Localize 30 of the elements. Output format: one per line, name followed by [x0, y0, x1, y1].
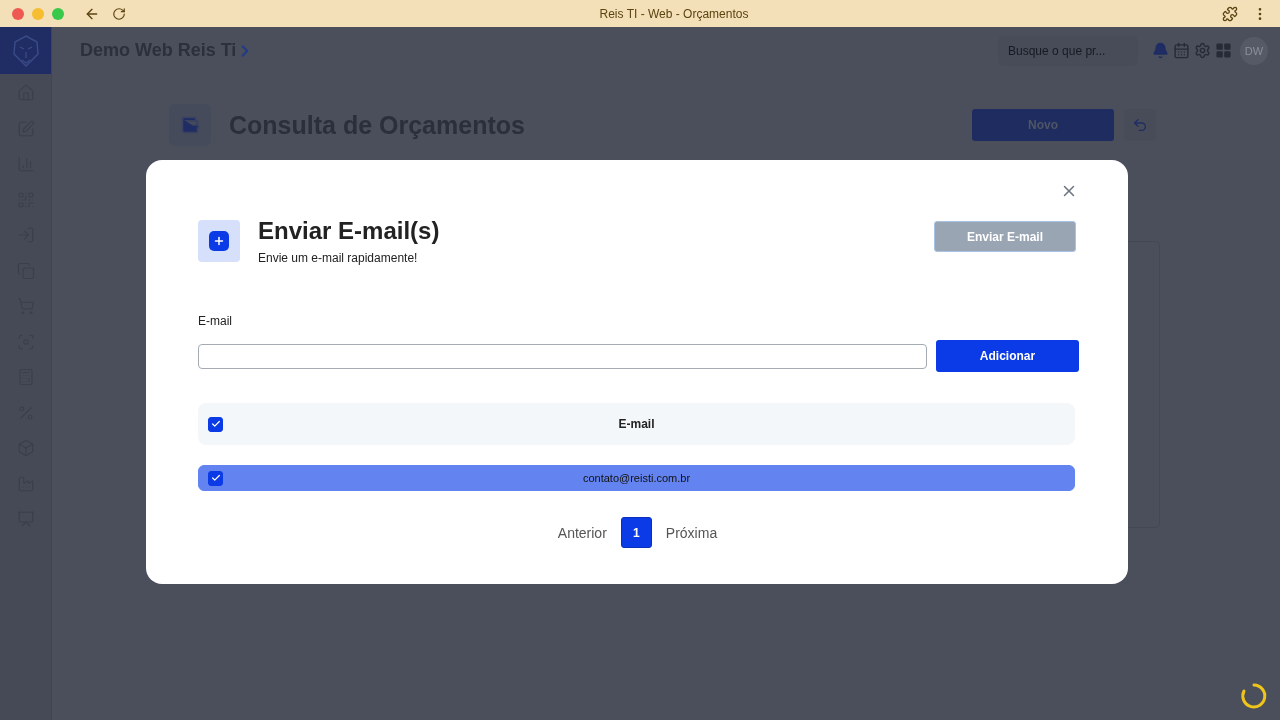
next-link[interactable]: Próxima	[665, 524, 718, 541]
add-button[interactable]: Adicionar	[936, 340, 1079, 372]
checkbox[interactable]	[208, 470, 223, 486]
loading-icon	[1240, 682, 1268, 710]
check-icon	[210, 473, 221, 483]
wallet-icon	[169, 104, 211, 146]
settings-icon[interactable]	[1194, 42, 1211, 59]
dialog-subtitle: Envie um e-mail rapidamente!	[258, 251, 419, 265]
checkbox[interactable]	[208, 416, 223, 432]
minimize-window-icon[interactable]	[32, 7, 44, 20]
bell-icon[interactable]	[1152, 42, 1169, 59]
maximize-window-icon[interactable]	[52, 7, 64, 20]
check-icon	[210, 419, 221, 429]
table-cell-text: contato@reisti.com.br	[581, 472, 692, 484]
undo-icon	[1132, 117, 1148, 133]
close-window-icon[interactable]	[12, 7, 24, 20]
email-label: E-mail	[198, 314, 233, 328]
page-button[interactable]: 1	[620, 517, 652, 548]
window-title: Reis TI - Web - Orçamentos	[598, 6, 750, 21]
previous-link[interactable]: Anterior	[557, 524, 607, 541]
apps-icon[interactable]	[1215, 42, 1232, 59]
lion-logo[interactable]	[0, 27, 51, 74]
table-row[interactable]: contato@reisti.com.br	[198, 465, 1075, 491]
dialog-title: Enviar E-mail(s)	[258, 217, 440, 245]
add-icon	[198, 220, 240, 262]
extensions-icon[interactable]	[1222, 5, 1238, 22]
calendar-icon[interactable]	[1173, 42, 1190, 59]
reload-icon[interactable]	[112, 6, 126, 21]
column-header: E-mail	[617, 417, 656, 431]
email-input[interactable]	[198, 343, 927, 369]
